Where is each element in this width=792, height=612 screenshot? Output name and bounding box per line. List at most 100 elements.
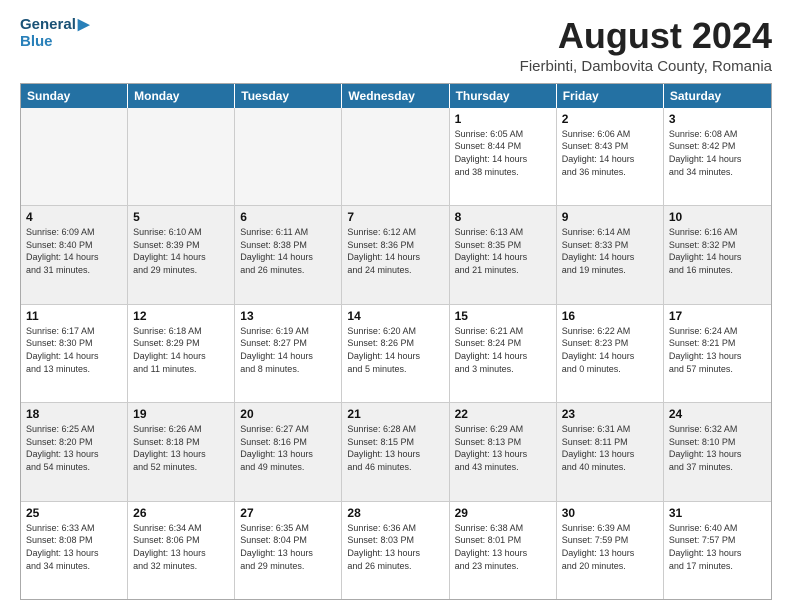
calendar-row: 11Sunrise: 6:17 AMSunset: 8:30 PMDayligh… [21, 305, 771, 403]
day-number: 27 [240, 505, 336, 521]
calendar-cell: 30Sunrise: 6:39 AMSunset: 7:59 PMDayligh… [557, 502, 664, 599]
day-number: 10 [669, 209, 766, 225]
calendar-cell: 5Sunrise: 6:10 AMSunset: 8:39 PMDaylight… [128, 206, 235, 303]
header-friday: Friday [557, 84, 664, 108]
calendar-cell: 1Sunrise: 6:05 AMSunset: 8:44 PMDaylight… [450, 108, 557, 205]
calendar-cell: 24Sunrise: 6:32 AMSunset: 8:10 PMDayligh… [664, 403, 771, 500]
header-monday: Monday [128, 84, 235, 108]
day-number: 14 [347, 308, 443, 324]
calendar-cell: 11Sunrise: 6:17 AMSunset: 8:30 PMDayligh… [21, 305, 128, 402]
calendar-cell: 10Sunrise: 6:16 AMSunset: 8:32 PMDayligh… [664, 206, 771, 303]
cell-info: Sunrise: 6:40 AMSunset: 7:57 PMDaylight:… [669, 522, 766, 572]
calendar-cell: 16Sunrise: 6:22 AMSunset: 8:23 PMDayligh… [557, 305, 664, 402]
calendar-cell: 29Sunrise: 6:38 AMSunset: 8:01 PMDayligh… [450, 502, 557, 599]
calendar: Sunday Monday Tuesday Wednesday Thursday… [20, 83, 772, 600]
day-number: 16 [562, 308, 658, 324]
calendar-cell [21, 108, 128, 205]
cell-info: Sunrise: 6:32 AMSunset: 8:10 PMDaylight:… [669, 423, 766, 473]
day-number: 15 [455, 308, 551, 324]
calendar-cell: 20Sunrise: 6:27 AMSunset: 8:16 PMDayligh… [235, 403, 342, 500]
cell-info: Sunrise: 6:20 AMSunset: 8:26 PMDaylight:… [347, 325, 443, 375]
header-tuesday: Tuesday [235, 84, 342, 108]
cell-info: Sunrise: 6:27 AMSunset: 8:16 PMDaylight:… [240, 423, 336, 473]
title-block: August 2024 Fierbinti, Dambovita County,… [520, 16, 772, 75]
logo: General▶ Blue [20, 16, 89, 51]
day-number: 11 [26, 308, 122, 324]
cell-info: Sunrise: 6:24 AMSunset: 8:21 PMDaylight:… [669, 325, 766, 375]
cell-info: Sunrise: 6:31 AMSunset: 8:11 PMDaylight:… [562, 423, 658, 473]
day-number: 21 [347, 406, 443, 422]
calendar-cell: 23Sunrise: 6:31 AMSunset: 8:11 PMDayligh… [557, 403, 664, 500]
header-sunday: Sunday [21, 84, 128, 108]
cell-info: Sunrise: 6:34 AMSunset: 8:06 PMDaylight:… [133, 522, 229, 572]
day-number: 2 [562, 111, 658, 127]
calendar-cell [342, 108, 449, 205]
cell-info: Sunrise: 6:35 AMSunset: 8:04 PMDaylight:… [240, 522, 336, 572]
day-number: 26 [133, 505, 229, 521]
day-number: 31 [669, 505, 766, 521]
calendar-cell: 6Sunrise: 6:11 AMSunset: 8:38 PMDaylight… [235, 206, 342, 303]
cell-info: Sunrise: 6:11 AMSunset: 8:38 PMDaylight:… [240, 226, 336, 276]
calendar-row: 25Sunrise: 6:33 AMSunset: 8:08 PMDayligh… [21, 502, 771, 599]
calendar-cell: 12Sunrise: 6:18 AMSunset: 8:29 PMDayligh… [128, 305, 235, 402]
calendar-cell: 25Sunrise: 6:33 AMSunset: 8:08 PMDayligh… [21, 502, 128, 599]
cell-info: Sunrise: 6:29 AMSunset: 8:13 PMDaylight:… [455, 423, 551, 473]
cell-info: Sunrise: 6:06 AMSunset: 8:43 PMDaylight:… [562, 128, 658, 178]
day-number: 28 [347, 505, 443, 521]
page: General▶ Blue August 2024 Fierbinti, Dam… [0, 0, 792, 612]
calendar-row: 18Sunrise: 6:25 AMSunset: 8:20 PMDayligh… [21, 403, 771, 501]
calendar-cell: 31Sunrise: 6:40 AMSunset: 7:57 PMDayligh… [664, 502, 771, 599]
day-number: 9 [562, 209, 658, 225]
cell-info: Sunrise: 6:25 AMSunset: 8:20 PMDaylight:… [26, 423, 122, 473]
calendar-body: 1Sunrise: 6:05 AMSunset: 8:44 PMDaylight… [21, 108, 771, 599]
location: Fierbinti, Dambovita County, Romania [520, 58, 772, 75]
calendar-cell: 21Sunrise: 6:28 AMSunset: 8:15 PMDayligh… [342, 403, 449, 500]
cell-info: Sunrise: 6:22 AMSunset: 8:23 PMDaylight:… [562, 325, 658, 375]
header-saturday: Saturday [664, 84, 771, 108]
day-number: 20 [240, 406, 336, 422]
day-number: 18 [26, 406, 122, 422]
day-number: 23 [562, 406, 658, 422]
day-number: 30 [562, 505, 658, 521]
cell-info: Sunrise: 6:33 AMSunset: 8:08 PMDaylight:… [26, 522, 122, 572]
calendar-cell: 26Sunrise: 6:34 AMSunset: 8:06 PMDayligh… [128, 502, 235, 599]
cell-info: Sunrise: 6:12 AMSunset: 8:36 PMDaylight:… [347, 226, 443, 276]
day-number: 17 [669, 308, 766, 324]
cell-info: Sunrise: 6:26 AMSunset: 8:18 PMDaylight:… [133, 423, 229, 473]
calendar-cell: 3Sunrise: 6:08 AMSunset: 8:42 PMDaylight… [664, 108, 771, 205]
cell-info: Sunrise: 6:18 AMSunset: 8:29 PMDaylight:… [133, 325, 229, 375]
calendar-cell: 17Sunrise: 6:24 AMSunset: 8:21 PMDayligh… [664, 305, 771, 402]
cell-info: Sunrise: 6:09 AMSunset: 8:40 PMDaylight:… [26, 226, 122, 276]
day-number: 12 [133, 308, 229, 324]
calendar-cell: 4Sunrise: 6:09 AMSunset: 8:40 PMDaylight… [21, 206, 128, 303]
calendar-cell: 2Sunrise: 6:06 AMSunset: 8:43 PMDaylight… [557, 108, 664, 205]
cell-info: Sunrise: 6:36 AMSunset: 8:03 PMDaylight:… [347, 522, 443, 572]
cell-info: Sunrise: 6:10 AMSunset: 8:39 PMDaylight:… [133, 226, 229, 276]
cell-info: Sunrise: 6:38 AMSunset: 8:01 PMDaylight:… [455, 522, 551, 572]
calendar-cell: 19Sunrise: 6:26 AMSunset: 8:18 PMDayligh… [128, 403, 235, 500]
calendar-cell [235, 108, 342, 205]
header: General▶ Blue August 2024 Fierbinti, Dam… [20, 16, 772, 75]
day-number: 7 [347, 209, 443, 225]
day-number: 13 [240, 308, 336, 324]
calendar-cell: 18Sunrise: 6:25 AMSunset: 8:20 PMDayligh… [21, 403, 128, 500]
header-thursday: Thursday [450, 84, 557, 108]
cell-info: Sunrise: 6:21 AMSunset: 8:24 PMDaylight:… [455, 325, 551, 375]
cell-info: Sunrise: 6:08 AMSunset: 8:42 PMDaylight:… [669, 128, 766, 178]
day-number: 5 [133, 209, 229, 225]
cell-info: Sunrise: 6:19 AMSunset: 8:27 PMDaylight:… [240, 325, 336, 375]
calendar-cell: 15Sunrise: 6:21 AMSunset: 8:24 PMDayligh… [450, 305, 557, 402]
day-number: 1 [455, 111, 551, 127]
cell-info: Sunrise: 6:05 AMSunset: 8:44 PMDaylight:… [455, 128, 551, 178]
calendar-header: Sunday Monday Tuesday Wednesday Thursday… [21, 84, 771, 108]
day-number: 3 [669, 111, 766, 127]
day-number: 8 [455, 209, 551, 225]
day-number: 29 [455, 505, 551, 521]
calendar-row: 4Sunrise: 6:09 AMSunset: 8:40 PMDaylight… [21, 206, 771, 304]
header-wednesday: Wednesday [342, 84, 449, 108]
calendar-cell: 28Sunrise: 6:36 AMSunset: 8:03 PMDayligh… [342, 502, 449, 599]
cell-info: Sunrise: 6:13 AMSunset: 8:35 PMDaylight:… [455, 226, 551, 276]
calendar-cell: 14Sunrise: 6:20 AMSunset: 8:26 PMDayligh… [342, 305, 449, 402]
day-number: 6 [240, 209, 336, 225]
calendar-cell [128, 108, 235, 205]
